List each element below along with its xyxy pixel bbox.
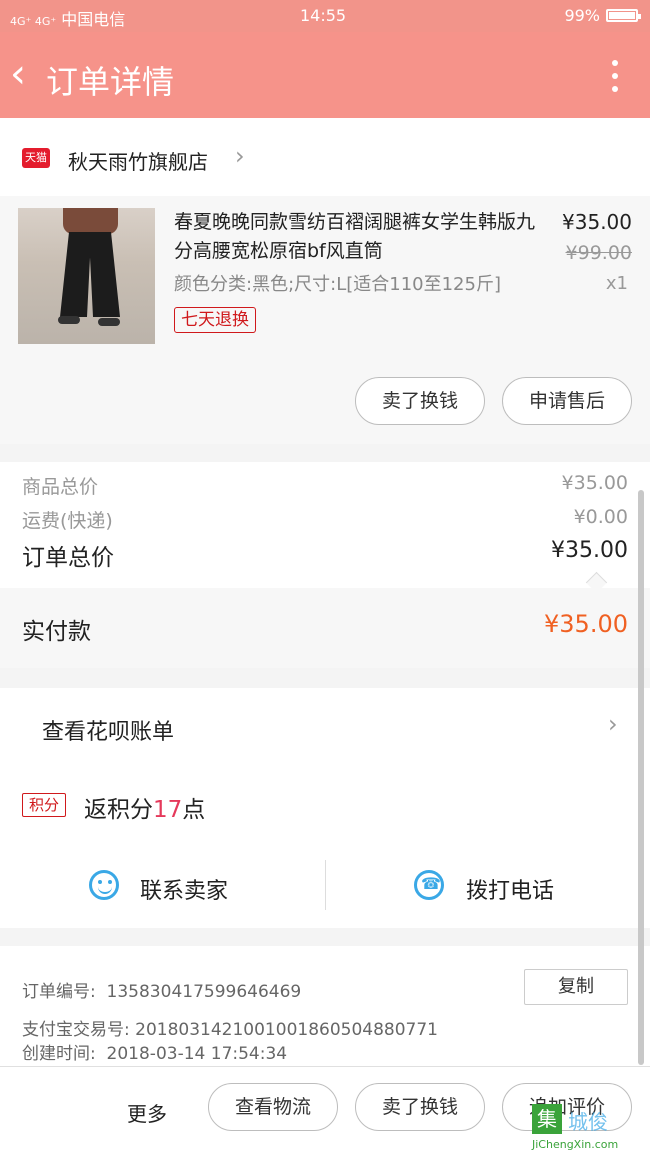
more-button[interactable]: 更多 <box>127 1098 167 1127</box>
back-icon[interactable]: ‹ <box>10 54 26 94</box>
goods-total-label: 商品总价 <box>22 476 99 498</box>
order-total-value: ¥35.00 <box>551 538 628 563</box>
huabei-bill-label[interactable]: 查看花呗账单 <box>42 714 174 746</box>
tmall-badge: 天猫 <box>22 148 50 168</box>
product-spec: 颜色分类:黑色;尺寸:L[适合110至125斤] <box>174 274 501 295</box>
shipping-value: ¥0.00 <box>573 506 628 528</box>
carrier-name: 中国电信 <box>61 10 126 29</box>
network-indicator: 4G⁺ 4G⁺ <box>10 15 57 28</box>
return-policy-badge: 七天退换 <box>174 307 256 333</box>
contact-seller-button[interactable]: 联系卖家 <box>140 873 228 905</box>
copy-button[interactable]: 复制 <box>524 969 628 1005</box>
page-title: 订单详情 <box>46 63 175 101</box>
top-bar: ‹ 订单详情 <box>0 32 650 118</box>
carrier-info: 4G⁺ 4G⁺ 中国电信 <box>10 6 125 30</box>
view-logistics-button[interactable]: 查看物流 <box>208 1083 338 1131</box>
battery-percent: 99% <box>564 6 600 25</box>
points-text: 返积分17点 <box>84 790 205 824</box>
battery-icon <box>606 9 641 22</box>
product-quantity: x1 <box>605 273 628 294</box>
created-time: 创建时间: 2018-03-14 17:54:34 <box>22 1044 288 1064</box>
points-post: 点 <box>182 797 206 823</box>
shop-name[interactable]: 秋天雨竹旗舰店 <box>68 146 208 175</box>
paid-value: ¥35.00 <box>544 610 628 638</box>
points-badge: 积分 <box>22 793 66 817</box>
shipping-label: 运费(快递) <box>22 510 113 532</box>
clock: 14:55 <box>300 6 347 25</box>
points-number: 17 <box>153 797 183 823</box>
chevron-right-icon: › <box>235 142 245 170</box>
divider <box>325 860 326 910</box>
order-total-label: 订单总价 <box>22 545 114 571</box>
sell-for-cash-button[interactable]: 卖了换钱 <box>355 1083 485 1131</box>
product-title[interactable]: 春夏晚晚同款雪纺百褶阔腿裤女学生韩版九分高腰宽松原宿bf风直筒 <box>174 208 544 266</box>
scrollbar[interactable] <box>638 490 644 1065</box>
alipay-trade-number: 支付宝交易号: 2018031421001001860504880771 <box>22 1020 438 1040</box>
sell-for-cash-button[interactable]: 卖了换钱 <box>355 377 485 425</box>
paid-label: 实付款 <box>22 619 91 645</box>
product-price: ¥35.00 <box>562 210 632 234</box>
product-thumbnail[interactable] <box>18 208 155 344</box>
phone-icon[interactable] <box>414 870 444 900</box>
battery-area: 99% <box>564 6 641 25</box>
after-sale-button[interactable]: 申请售后 <box>502 377 632 425</box>
chat-icon[interactable] <box>89 870 119 900</box>
points-pre: 返积分 <box>84 797 153 823</box>
call-button[interactable]: 拨打电话 <box>466 873 554 905</box>
goods-total-value: ¥35.00 <box>561 472 628 494</box>
chevron-right-icon: › <box>608 710 618 738</box>
status-bar: 4G⁺ 4G⁺ 中国电信 14:55 99% <box>0 0 650 32</box>
product-original-price: ¥99.00 <box>565 242 632 264</box>
order-number: 订单编号: 1358304175996464​69 <box>22 982 302 1002</box>
more-menu-icon[interactable] <box>612 60 620 96</box>
watermark-logo: 集 城俊 JiChengXin.com <box>532 1104 650 1155</box>
